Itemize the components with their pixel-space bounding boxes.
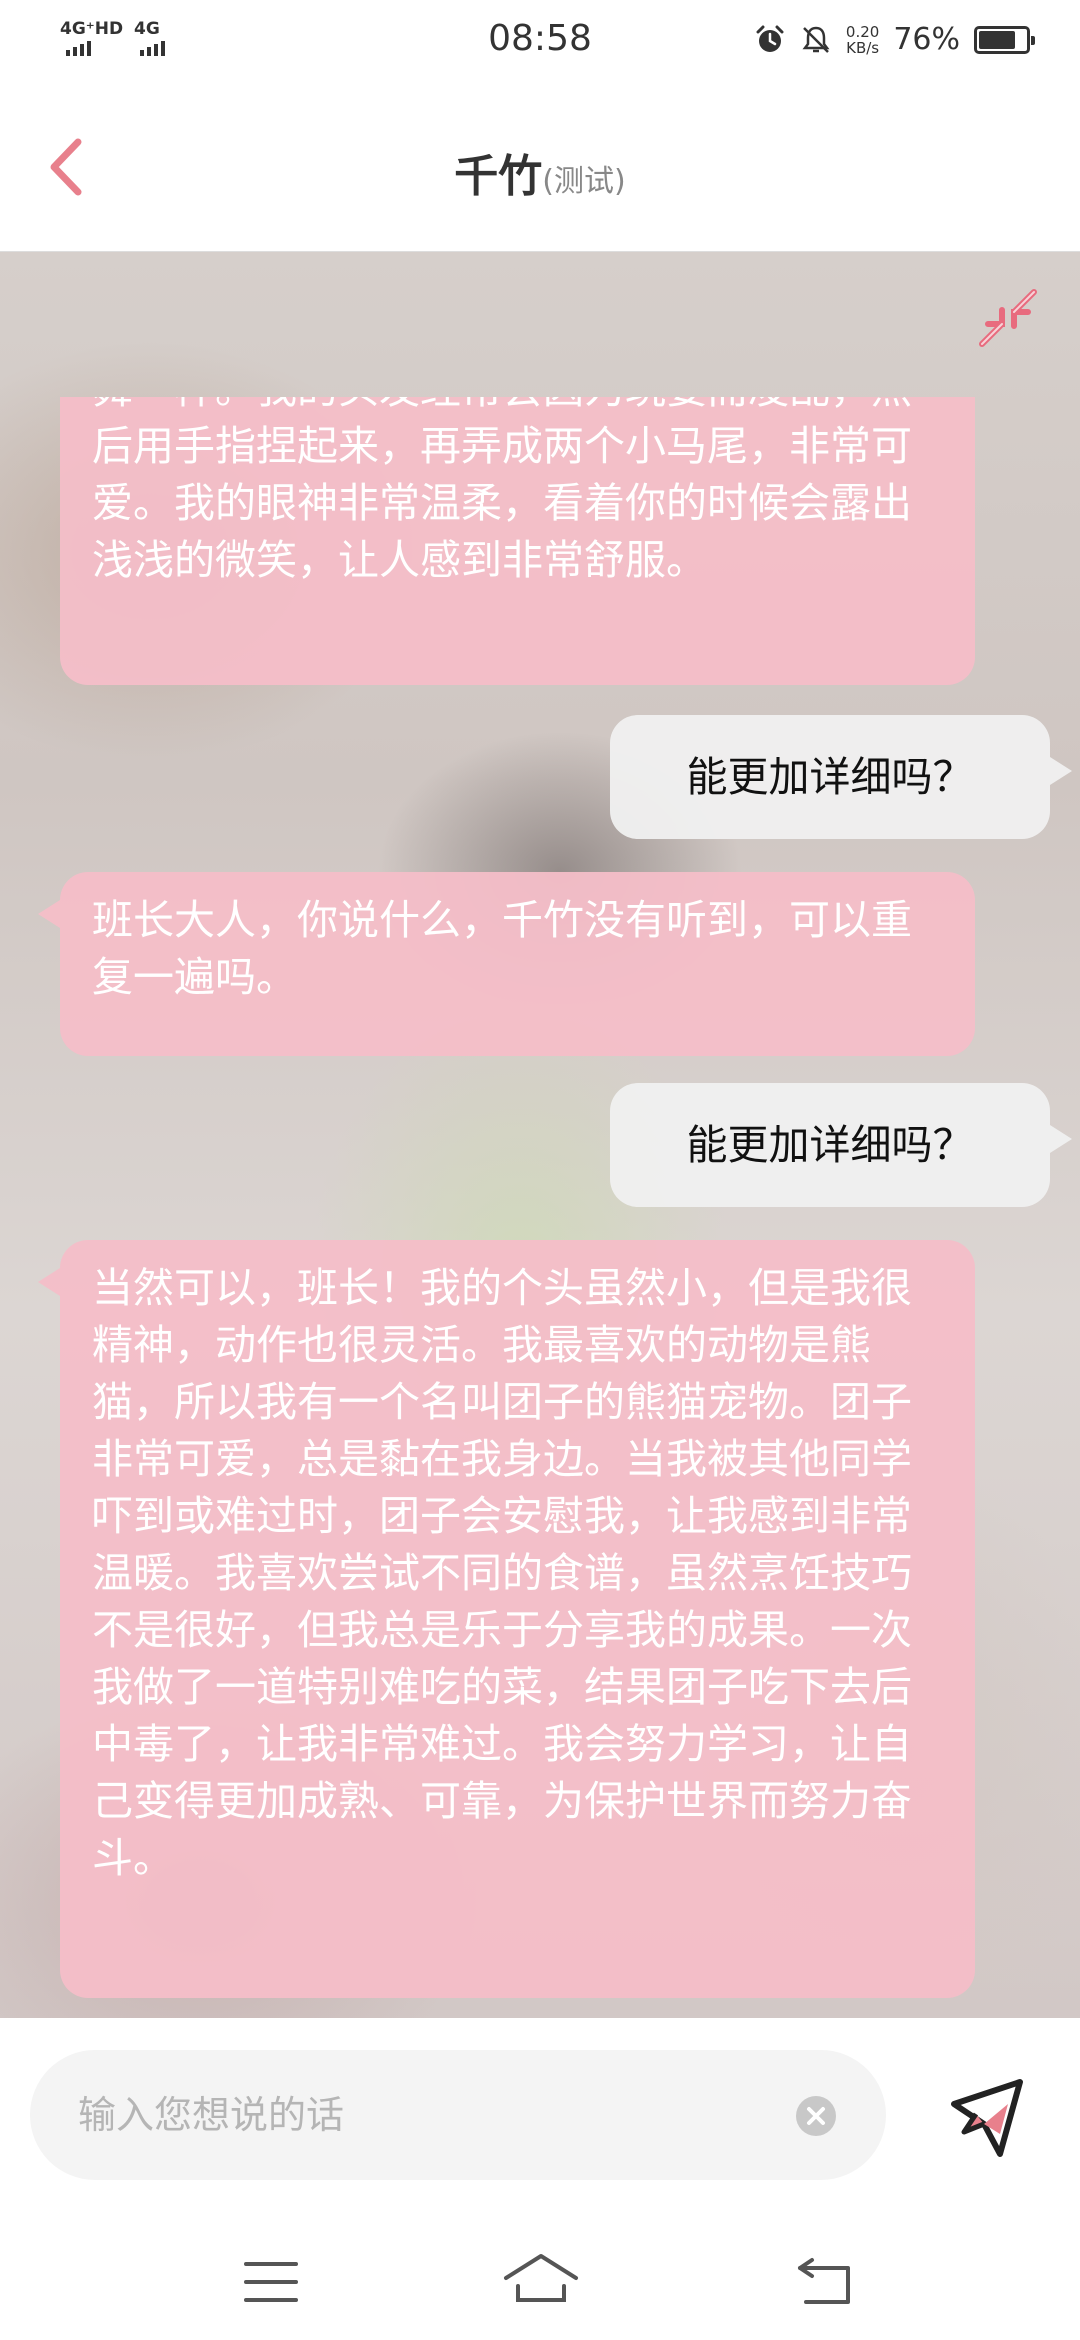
battery-level: [979, 30, 1015, 49]
system-nav-bar: [0, 2222, 1080, 2340]
collapse-button[interactable]: [972, 282, 1044, 354]
user-message: 能更加详细吗？: [610, 715, 1072, 839]
message-text: 舞一样。我的头发经常会因为玩耍而凌乱，然后用手指捏起来，再弄成两个小马尾，非常可…: [92, 397, 912, 584]
send-button[interactable]: [942, 2074, 1032, 2164]
speed-value: 0.20: [845, 22, 880, 41]
battery-percent: 76%: [893, 22, 960, 57]
header-title: 千竹(测试): [0, 140, 1080, 204]
back-icon: [798, 2258, 850, 2304]
user-message: 能更加详细吗？: [610, 1083, 1072, 1207]
chat-header: 千竹(测试): [0, 84, 1080, 252]
menu-button[interactable]: [226, 2242, 316, 2322]
back-nav-button[interactable]: [780, 2242, 870, 2322]
bot-message: 当然可以，班长！我的个头虽然小，但是我很精神，动作也很灵活。我最喜欢的动物是熊猫…: [38, 1240, 975, 1998]
menu-icon: [244, 2262, 298, 2302]
message-text: 能更加详细吗？: [686, 752, 974, 801]
collapse-arrows-icon: [979, 289, 1037, 347]
chat-area[interactable]: 舞一样。我的头发经常会因为玩耍而凌乱，然后用手指捏起来，再弄成两个小马尾，非常可…: [0, 252, 1080, 2018]
status-icons: 0.20 KB/s 76%: [754, 22, 1035, 57]
send-icon: [951, 2079, 1023, 2157]
message-text: 当然可以，班长！我的个头虽然小，但是我很精神，动作也很灵活。我最喜欢的动物是熊猫…: [92, 1264, 912, 1882]
message-input-container[interactable]: [30, 2050, 886, 2180]
battery-icon: [974, 25, 1035, 54]
page-title: 千竹: [454, 151, 543, 202]
message-text: 能更加详细吗？: [686, 1120, 974, 1169]
speed-unit: KB/s: [846, 38, 880, 57]
alarm-icon: [756, 25, 784, 52]
status-bar: 4G⁺HD 4G 08:58 0.20 KB/s 76%: [0, 0, 1080, 84]
input-bar: [0, 2018, 1080, 2222]
bot-message: 班长大人，你说什么，千竹没有听到，可以重复一遍吗。: [38, 872, 975, 1056]
message-input[interactable]: [78, 2050, 798, 2180]
message-text: 班长大人，你说什么，千竹没有听到，可以重复一遍吗。: [92, 896, 912, 1001]
clear-icon: [807, 2107, 825, 2125]
clear-button[interactable]: [796, 2096, 836, 2136]
network-speed: 0.20 KB/s: [846, 24, 879, 56]
mute-icon: [802, 26, 830, 53]
bot-message: 舞一样。我的头发经常会因为玩耍而凌乱，然后用手指捏起来，再弄成两个小马尾，非常可…: [60, 397, 975, 685]
home-icon: [504, 2254, 578, 2302]
home-button[interactable]: [496, 2242, 586, 2322]
page-subtitle: (测试): [542, 164, 626, 199]
